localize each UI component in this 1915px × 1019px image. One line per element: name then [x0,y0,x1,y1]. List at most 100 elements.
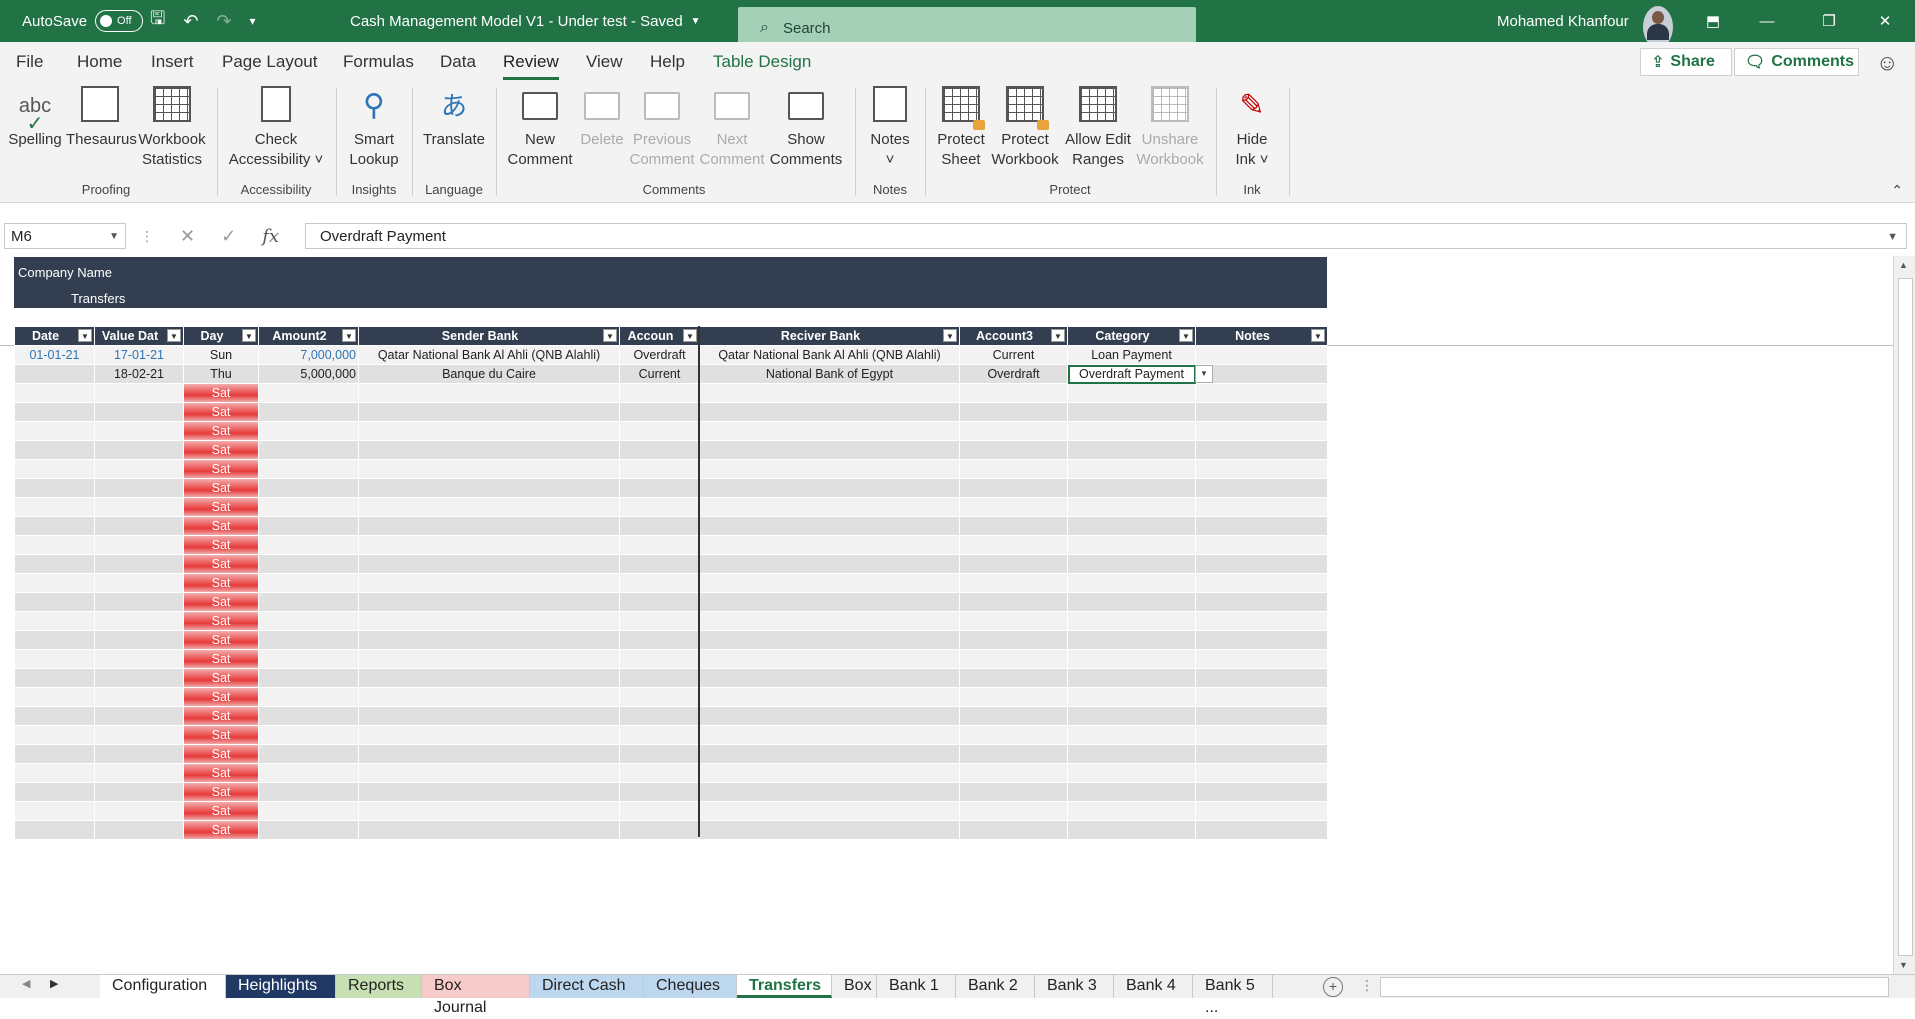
table-cell[interactable] [1067,421,1196,441]
table-cell[interactable] [1067,744,1196,764]
table-cell[interactable] [1067,668,1196,688]
formula-input[interactable]: Overdraft Payment ▼ [305,223,1907,249]
thesaurus-button[interactable]: Thesaurus [66,86,137,150]
table-cell[interactable] [699,535,960,555]
table-cell[interactable] [619,630,700,650]
minimize-icon[interactable]: — [1744,0,1790,42]
table-cell[interactable] [1195,421,1328,441]
table-cell[interactable] [619,478,700,498]
previous-comment-button[interactable]: Previous Comment [628,86,696,170]
table-cell[interactable] [258,763,359,783]
table-cell[interactable] [358,497,620,517]
tab-data[interactable]: Data [440,52,476,72]
tab-help[interactable]: Help [650,52,685,72]
table-cell[interactable]: 18-02-21 [94,364,184,384]
table-cell[interactable] [699,459,960,479]
allow-edit-ranges-button[interactable]: Allow Edit Ranges [1060,86,1136,170]
table-cell[interactable] [1067,497,1196,517]
table-cell[interactable] [1195,725,1328,745]
table-cell[interactable]: Sat [183,687,259,707]
table-cell[interactable] [1195,516,1328,536]
table-cell[interactable] [959,801,1068,821]
table-cell[interactable] [14,744,95,764]
table-cell[interactable] [1067,516,1196,536]
table-cell[interactable] [358,592,620,612]
new-comment-button[interactable]: New Comment [504,86,576,170]
table-cell[interactable] [619,497,700,517]
table-cell[interactable] [358,801,620,821]
table-cell[interactable] [619,782,700,802]
table-cell[interactable] [1067,440,1196,460]
table-cell[interactable] [1195,744,1328,764]
table-cell[interactable] [258,820,359,840]
column-header[interactable]: Day ▼ [183,326,259,346]
table-cell[interactable]: Sat [183,801,259,821]
filter-dropdown-icon[interactable]: ▼ [342,329,356,342]
table-cell[interactable] [1067,554,1196,574]
table-cell[interactable]: 17-01-21 [94,345,184,365]
undo-icon[interactable]: ↶ [183,11,198,32]
table-cell[interactable] [1195,440,1328,460]
scroll-down-icon[interactable]: ▼ [1899,960,1908,970]
insert-function-icon[interactable]: fx [262,226,279,247]
table-cell[interactable] [94,630,184,650]
table-cell[interactable] [619,649,700,669]
table-cell[interactable] [1195,611,1328,631]
table-cell[interactable] [699,402,960,422]
table-cell[interactable] [619,573,700,593]
table-cell[interactable] [1067,459,1196,479]
table-cell[interactable] [358,687,620,707]
sheet-tab[interactable]: Bank 1 [877,975,956,998]
table-cell[interactable]: Banque du Caire [358,364,620,384]
table-cell[interactable] [959,725,1068,745]
table-cell[interactable]: Overdraft [619,345,700,365]
tab-insert[interactable]: Insert [151,52,194,72]
table-cell[interactable] [94,649,184,669]
table-cell[interactable] [959,611,1068,631]
table-cell[interactable] [1195,383,1328,403]
table-cell[interactable] [14,573,95,593]
table-cell[interactable] [258,535,359,555]
table-cell[interactable] [94,801,184,821]
tab-formulas[interactable]: Formulas [343,52,414,72]
table-cell[interactable]: Sat [183,440,259,460]
vertical-scrollbar[interactable]: ▲ ▼ [1893,256,1915,974]
table-cell[interactable] [699,801,960,821]
table-cell[interactable] [258,782,359,802]
table-cell[interactable] [358,611,620,631]
column-header[interactable]: Value Dat ▼ [94,326,184,346]
table-cell[interactable] [258,611,359,631]
table-cell[interactable] [699,763,960,783]
table-cell[interactable] [94,535,184,555]
table-cell[interactable] [1195,497,1328,517]
table-cell[interactable]: Sat [183,554,259,574]
table-cell[interactable] [1195,478,1328,498]
table-cell[interactable] [1195,459,1328,479]
table-cell[interactable]: 7,000,000 [258,345,359,365]
column-header[interactable]: Amount2 ▼ [258,326,359,346]
sheet-tab[interactable]: Reports [336,975,422,998]
table-cell[interactable] [959,630,1068,650]
table-cell[interactable] [1195,649,1328,669]
table-cell[interactable] [1195,763,1328,783]
table-cell[interactable] [14,516,95,536]
table-cell[interactable] [94,573,184,593]
sheet-tab[interactable]: Bank 2 [956,975,1035,998]
table-cell[interactable] [1067,801,1196,821]
table-cell[interactable] [699,630,960,650]
column-header[interactable]: Category ▼ [1067,326,1196,346]
table-cell[interactable] [959,383,1068,403]
sheet-tab[interactable]: Cheques [644,975,737,998]
next-comment-button[interactable]: Next Comment [698,86,766,170]
table-cell[interactable] [14,668,95,688]
feedback-smiley-icon[interactable]: ☺ [1876,50,1898,76]
table-cell[interactable] [358,421,620,441]
table-cell[interactable] [1067,383,1196,403]
table-cell[interactable] [14,706,95,726]
tab-page-layout[interactable]: Page Layout [222,52,317,72]
table-cell[interactable] [14,801,95,821]
table-cell[interactable] [258,668,359,688]
table-cell[interactable] [959,706,1068,726]
table-cell[interactable]: Sat [183,383,259,403]
autosave-toggle[interactable]: Off [95,10,144,32]
